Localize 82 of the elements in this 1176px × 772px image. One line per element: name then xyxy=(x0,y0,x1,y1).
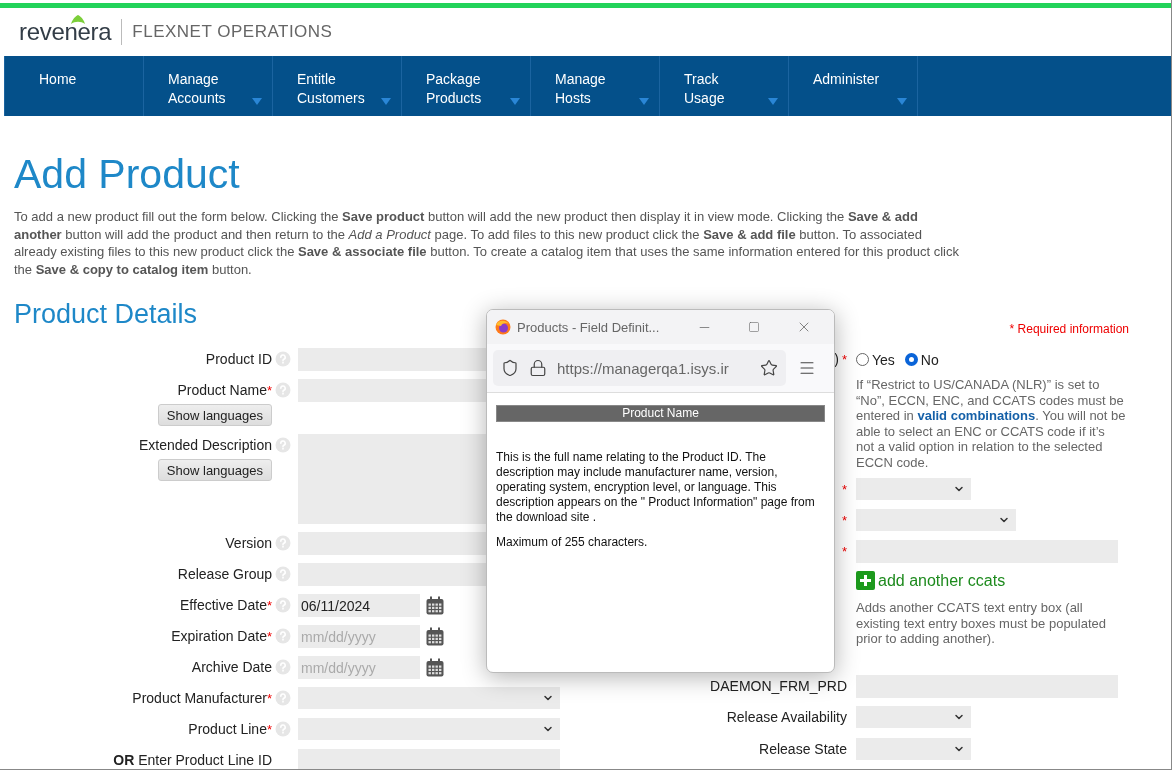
dropdown[interactable] xyxy=(856,706,971,728)
nav-menu-item[interactable]: Manage Hosts xyxy=(531,56,660,116)
help-icon[interactable] xyxy=(275,351,291,367)
help-icon[interactable] xyxy=(275,382,291,398)
menu-icon[interactable] xyxy=(798,359,816,377)
lock-icon xyxy=(529,359,547,377)
field-label: DAEMON_FRM_PRD xyxy=(710,676,847,696)
calendar-icon[interactable] xyxy=(426,627,444,646)
date-field[interactable]: mm/dd/yyyy xyxy=(298,656,420,679)
help-icon[interactable] xyxy=(275,535,291,551)
intro-text: To add a new product fill out the form below. Clicking the Save product button will add the new product then display it in view mode. Clicking the Save & add another button will add the product and then return to the Add a Product page. To add files to this new product click the Save & add file button. To associated already existing files to this new product click the Save & associate file button. To create a catalog item that uses the same information entered for this product click the Save & copy to catalog item button. xyxy=(14,208,960,278)
nav-menu-item[interactable]: Entitle Customers xyxy=(273,56,402,116)
dropdown[interactable] xyxy=(856,478,971,500)
nav-menu-item[interactable]: Manage Accounts xyxy=(144,56,273,116)
field-label: Effective Date xyxy=(180,596,267,615)
field-label: OR Enter Product Line ID xyxy=(113,751,272,769)
definition-heading: Product Name xyxy=(496,405,825,422)
radio-option[interactable]: No xyxy=(904,351,939,368)
radio-button[interactable] xyxy=(856,353,869,366)
required-mark: * xyxy=(841,544,847,559)
date-field[interactable]: 06/11/2024 xyxy=(298,594,420,617)
product-name: FLEXNET OPERATIONS xyxy=(132,22,333,42)
page-title: Add Product xyxy=(14,150,241,198)
required-mark: * xyxy=(266,722,272,737)
required-mark: * xyxy=(266,383,272,398)
maximize-icon[interactable] xyxy=(748,321,760,333)
help-icon[interactable] xyxy=(275,690,291,706)
dropdown[interactable] xyxy=(298,718,560,740)
window-title: Products - Field Definit... xyxy=(517,319,661,335)
dropdown[interactable] xyxy=(298,687,560,709)
radio-option[interactable]: Yes xyxy=(856,351,895,368)
calendar-icon[interactable] xyxy=(426,658,444,677)
field-label: Release State xyxy=(759,739,847,759)
field-label: ) xyxy=(834,350,839,369)
help-icon[interactable] xyxy=(275,628,291,644)
field-label: Product Line xyxy=(188,720,267,739)
definition-text: This is the full name relating to the Product ID. The description may include manufacturer name, version, operating system, encryption level, or language. This description appears on the " Product Information" page from the download site . xyxy=(496,450,816,525)
field-label: Product ID xyxy=(205,350,272,369)
nav-menu-item[interactable]: Administer xyxy=(789,56,918,116)
calendar-icon[interactable] xyxy=(426,596,444,615)
shield-icon xyxy=(501,359,519,377)
field-label: Extended Description xyxy=(138,436,272,455)
help-icon[interactable] xyxy=(275,437,291,453)
help-icon[interactable] xyxy=(275,566,291,582)
date-field[interactable]: mm/dd/yyyy xyxy=(298,625,420,648)
bookmark-star-icon[interactable] xyxy=(760,359,778,377)
dropdown[interactable] xyxy=(856,738,971,760)
help-icon[interactable] xyxy=(275,659,291,675)
plus-icon xyxy=(856,571,875,590)
text-field[interactable] xyxy=(298,749,560,769)
field-label: Product Manufacturer xyxy=(132,689,267,708)
required-mark: * xyxy=(841,481,847,497)
field-label: Expiration Date xyxy=(171,627,267,646)
required-mark: * xyxy=(266,629,272,644)
nav-menu-item[interactable]: Home xyxy=(15,56,144,116)
dropdown[interactable] xyxy=(856,509,1016,531)
required-mark: * xyxy=(841,512,847,528)
address-bar[interactable]: https://managerqa1.isys.ir xyxy=(493,350,786,386)
field-label: Release Availability xyxy=(726,707,847,727)
required-mark: * xyxy=(266,691,272,706)
show-languages-button[interactable]: Show languages xyxy=(157,404,272,426)
radio-button[interactable] xyxy=(904,353,918,366)
field-label: Product Name xyxy=(177,381,267,400)
nav-menu-item[interactable]: Track Usage xyxy=(660,56,789,116)
help-icon[interactable] xyxy=(275,597,291,613)
section-title: Product Details xyxy=(14,298,198,330)
add-ccats-link[interactable]: add another ccats xyxy=(856,571,1122,590)
required-mark: * xyxy=(841,352,847,367)
leaf-icon xyxy=(71,15,85,24)
browser-logo-icon xyxy=(495,319,511,335)
nav-menu-item[interactable]: Package Products xyxy=(402,56,531,116)
show-languages-button[interactable]: Show languages xyxy=(157,459,272,481)
required-note: * Required information xyxy=(1009,322,1129,336)
definition-text: Maximum of 255 characters. xyxy=(496,535,649,550)
help-icon[interactable] xyxy=(275,721,291,737)
logo: revenera xyxy=(19,18,112,46)
info-text: If “Restrict to US/CANADA (NLR)” is set to “No”, ECCN, ENC, and CCATS codes must be entered in valid combinations. You will not be able to select an ENC or CCATS code if it’s not a valid option in relation to the selected ECCN code. xyxy=(856,377,1126,470)
field-label: Archive Date xyxy=(191,658,272,677)
field-label: Release Group xyxy=(177,565,272,584)
field-label: Version xyxy=(225,534,272,553)
required-mark: * xyxy=(266,598,272,613)
help-text: Adds another CCATS text entry box (all existing text entry boxes must be populated prior to adding another). xyxy=(856,600,1108,647)
